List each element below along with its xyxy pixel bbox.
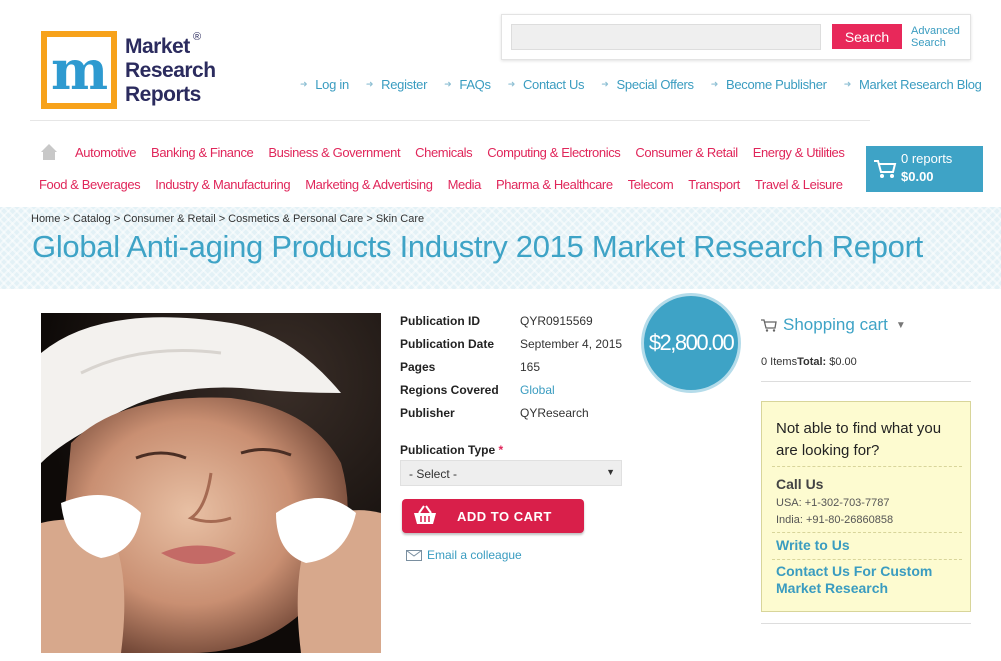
publication-type-label: Publication Type *: [400, 443, 504, 457]
special-offers-link[interactable]: ➜ Special Offers: [601, 77, 694, 92]
arrow-icon: ➜: [710, 79, 719, 89]
detail-label: Pages: [400, 360, 436, 374]
call-us-heading: Call Us: [776, 476, 824, 492]
nav-banking-finance[interactable]: Banking & Finance: [151, 145, 254, 160]
divider: [772, 466, 962, 467]
logo-text: Market Research Reports: [125, 35, 216, 106]
help-box: Not able to find what you are looking fo…: [761, 401, 971, 612]
category-nav-row2: Food & Beverages Industry & Manufacturin…: [39, 177, 858, 192]
detail-row: Publication Date September 4, 2015: [400, 337, 622, 360]
search-box: Search Advanced Search: [501, 14, 971, 60]
add-to-cart-label: ADD TO CART: [457, 509, 552, 524]
detail-label: Publication Date: [400, 337, 495, 351]
divider: [772, 532, 962, 533]
price-badge: $2,800.00: [641, 293, 741, 393]
arrow-icon: ➜: [507, 79, 516, 89]
search-input[interactable]: [511, 24, 821, 50]
chevron-down-icon: ▼: [895, 319, 906, 331]
detail-label: Publisher: [400, 406, 455, 420]
category-nav-row1: Automotive Banking & Finance Business & …: [75, 145, 859, 160]
sidebar-divider: [761, 381, 971, 382]
phone-usa: USA: +1-302-703-7787: [776, 497, 890, 509]
site-logo[interactable]: m Market Research Reports ®: [41, 31, 216, 111]
phone-india: India: +91-80-26860858: [776, 514, 894, 526]
shopping-cart-title[interactable]: Shopping cart ▼: [761, 315, 906, 335]
arrow-icon: ➜: [300, 79, 308, 89]
cart-summary: 0 ItemsTotal: $0.00: [761, 356, 857, 368]
envelope-icon: [406, 549, 422, 561]
breadcrumb[interactable]: Home > Catalog > Consumer & Retail > Cos…: [31, 213, 424, 225]
contact-us-link[interactable]: ➜ Contact Us: [508, 77, 585, 92]
nav-telecom[interactable]: Telecom: [628, 177, 674, 192]
arrow-icon: ➜: [444, 79, 452, 89]
faqs-link[interactable]: ➜ FAQs: [444, 77, 491, 92]
search-button[interactable]: Search: [832, 24, 902, 49]
market-research-blog-link[interactable]: ➜ Market Research Blog: [844, 77, 982, 92]
detail-row: Publication ID QYR0915569: [400, 314, 622, 337]
publication-id: QYR0915569: [520, 314, 593, 328]
nav-marketing-advertising[interactable]: Marketing & Advertising: [305, 177, 433, 192]
chevron-down-icon: ▼: [606, 467, 615, 477]
basket-icon: [414, 505, 436, 524]
cart-report-count: 0 reports: [901, 151, 953, 166]
add-to-cart-button[interactable]: ADD TO CART: [402, 499, 584, 533]
cart-icon: [761, 318, 777, 332]
detail-label: Publication ID: [400, 314, 481, 328]
arrow-icon: ➜: [601, 79, 609, 89]
register-link[interactable]: ➜ Register: [365, 77, 428, 92]
arrow-icon: ➜: [843, 79, 852, 89]
registered-mark: ®: [193, 31, 202, 43]
nav-media[interactable]: Media: [448, 177, 482, 192]
nav-energy-utilities[interactable]: Energy & Utilities: [753, 145, 845, 160]
publisher: QYResearch: [520, 406, 589, 420]
nav-automotive[interactable]: Automotive: [75, 145, 136, 160]
header-divider: [30, 120, 870, 121]
publication-type-select[interactable]: - Select - ▼: [400, 460, 622, 486]
nav-food-beverages[interactable]: Food & Beverages: [39, 177, 141, 192]
product-image: [41, 313, 381, 653]
nav-industry-manufacturing[interactable]: Industry & Manufacturing: [155, 177, 290, 192]
header-cart-button[interactable]: 0 reports $0.00: [866, 146, 983, 192]
regions-link[interactable]: Global: [520, 383, 555, 406]
custom-research-link[interactable]: Contact Us For Custom Market Research: [776, 563, 966, 597]
write-to-us-link[interactable]: Write to Us: [776, 537, 850, 554]
detail-row: Regions Covered Global: [400, 383, 622, 406]
divider: [772, 559, 962, 560]
page-title: Global Anti-aging Products Industry 2015…: [32, 229, 923, 264]
logo-mark: m: [41, 31, 117, 109]
nav-chemicals[interactable]: Chemicals: [415, 145, 472, 160]
required-mark: *: [498, 443, 504, 457]
top-links: ➜ Log in ➜ Register ➜ FAQs ➜ Contact Us ➜ Spe…: [300, 77, 999, 92]
page-count: 165: [520, 360, 541, 374]
email-colleague-link[interactable]: Email a colleague: [406, 548, 522, 562]
advanced-search-link[interactable]: Advanced Search: [911, 25, 971, 49]
cart-total: $0.00: [901, 169, 934, 184]
become-publisher-link[interactable]: ➜ Become Publisher: [711, 77, 827, 92]
nav-transport[interactable]: Transport: [688, 177, 740, 192]
publication-details: Publication ID QYR0915569 Publication Da…: [400, 314, 622, 429]
publication-date: September 4, 2015: [520, 337, 623, 351]
sidebar-divider: [761, 623, 971, 624]
cart-icon: [874, 160, 897, 178]
home-icon[interactable]: [40, 143, 58, 161]
login-link[interactable]: ➜ Log in: [300, 77, 349, 92]
nav-computing-electronics[interactable]: Computing & Electronics: [487, 145, 621, 160]
nav-pharma-healthcare[interactable]: Pharma & Healthcare: [496, 177, 613, 192]
detail-row: Publisher QYResearch: [400, 406, 622, 429]
nav-business-government[interactable]: Business & Government: [268, 145, 400, 160]
detail-label: Regions Covered: [400, 383, 499, 397]
detail-row: Pages 165: [400, 360, 622, 383]
help-title: Not able to find what you are looking fo…: [776, 420, 942, 459]
arrow-icon: ➜: [365, 79, 374, 89]
nav-travel-leisure[interactable]: Travel & Leisure: [755, 177, 843, 192]
nav-consumer-retail[interactable]: Consumer & Retail: [635, 145, 738, 160]
